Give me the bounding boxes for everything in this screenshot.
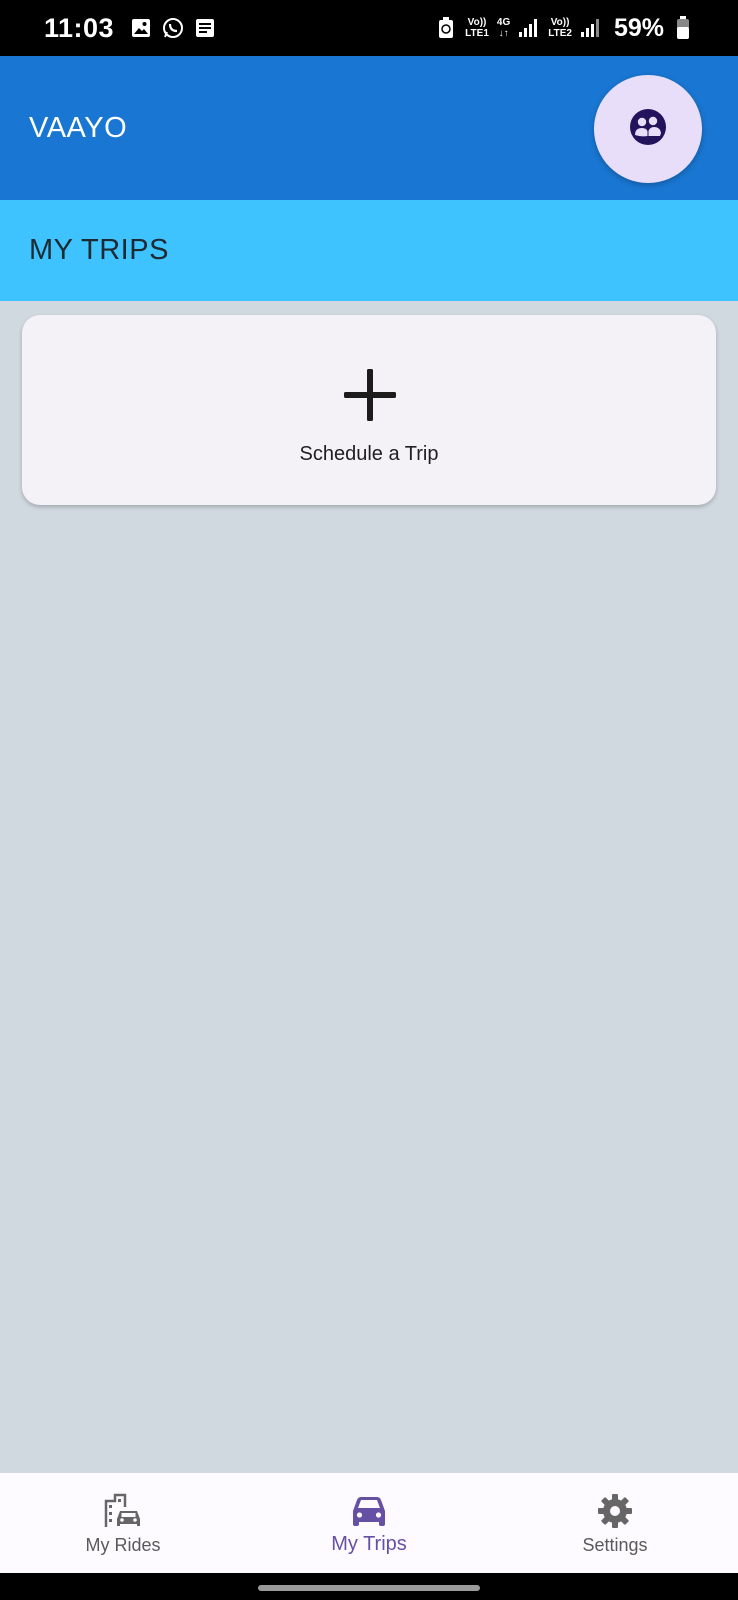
nav-label-my-rides: My Rides xyxy=(85,1535,161,1555)
nav-label-settings: Settings xyxy=(582,1535,648,1555)
net-type-indicator: 4G ↓↑ xyxy=(497,17,510,39)
nav-item-my-rides[interactable]: My Rides xyxy=(0,1473,246,1573)
nav-item-my-trips[interactable]: My Trips xyxy=(246,1473,492,1573)
document-icon xyxy=(194,17,216,39)
plus-icon xyxy=(342,367,398,423)
sim1-indicator: Vo)) LTE1 xyxy=(465,17,489,39)
sim2-indicator: Vo)) LTE2 xyxy=(548,17,572,39)
gesture-handle[interactable] xyxy=(258,1585,480,1591)
schedule-trip-label: Schedule a Trip xyxy=(299,443,439,465)
sim2-bottom: LTE2 xyxy=(548,28,572,39)
status-time: 11:03 xyxy=(44,12,115,43)
nav-item-settings[interactable]: Settings xyxy=(492,1473,738,1573)
status-right: Vo)) LTE1 4G ↓↑ Vo)) LTE2 59% xyxy=(435,14,694,43)
nav-label-my-trips: My Trips xyxy=(331,1533,407,1555)
gallery-icon xyxy=(130,17,152,39)
signal-icon xyxy=(580,17,602,39)
status-left: 11:03 xyxy=(44,13,216,44)
app-bar: VAAYO xyxy=(0,56,738,200)
battery-saver-icon xyxy=(435,17,457,39)
profile-button[interactable] xyxy=(594,75,702,183)
section-title: MY TRIPS xyxy=(29,234,169,266)
sim1-top: Vo)) xyxy=(467,17,487,28)
bottom-nav: My Rides My Trips Settings xyxy=(0,1473,738,1573)
net-type: 4G xyxy=(496,17,511,28)
status-bar: 11:03 Vo)) LTE1 4G ↓↑ Vo)) LTE2 59% xyxy=(0,0,738,56)
building-car-icon xyxy=(103,1491,143,1531)
sim2-top: Vo)) xyxy=(550,17,570,28)
battery-percent: 59% xyxy=(613,13,664,42)
gesture-area xyxy=(0,1573,738,1600)
car-icon xyxy=(351,1491,387,1531)
whatsapp-icon xyxy=(162,17,184,39)
battery-icon xyxy=(672,16,694,39)
schedule-trip-card[interactable]: Schedule a Trip xyxy=(22,315,716,505)
section-header: MY TRIPS xyxy=(0,200,738,301)
signal-icon xyxy=(518,17,540,39)
people-icon xyxy=(629,108,667,151)
screen: 11:03 Vo)) LTE1 4G ↓↑ Vo)) LTE2 59% VAAY… xyxy=(0,0,738,1600)
gear-icon xyxy=(597,1491,633,1531)
data-arrows-icon: ↓↑ xyxy=(498,28,509,39)
app-title: VAAYO xyxy=(29,112,128,144)
sim1-bottom: LTE1 xyxy=(465,28,489,39)
